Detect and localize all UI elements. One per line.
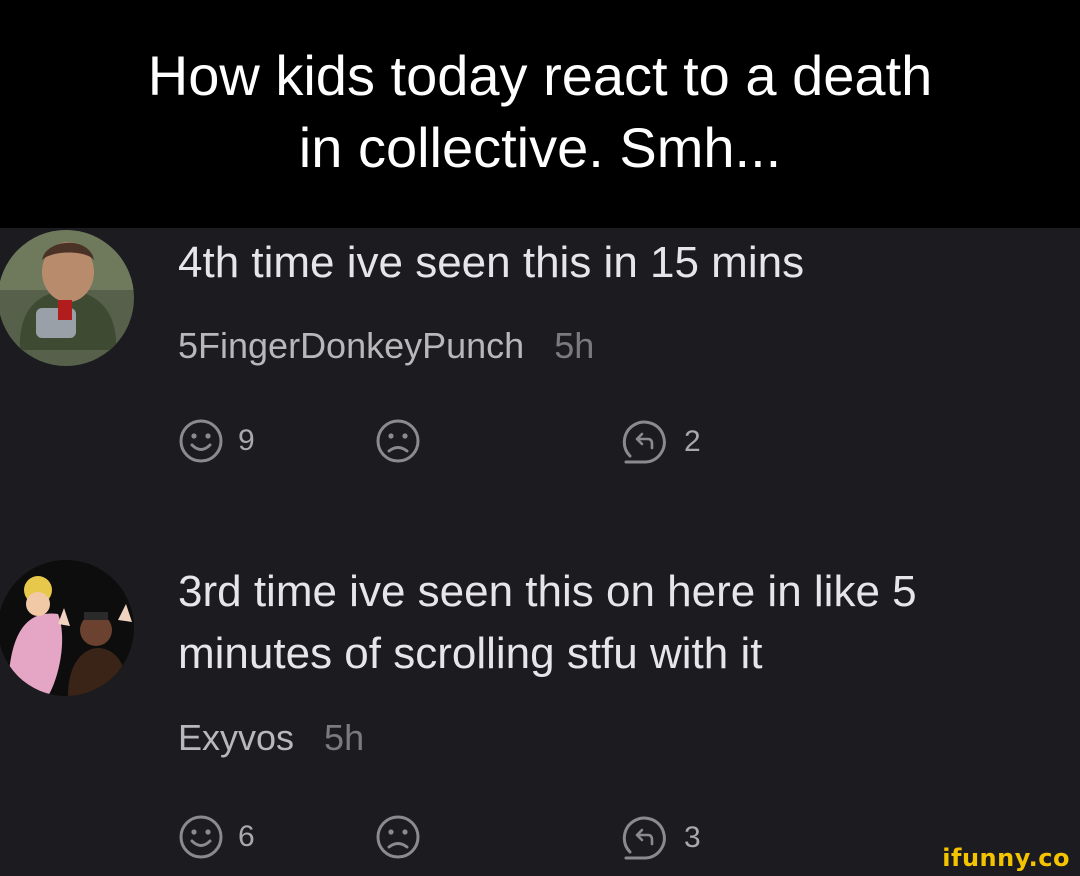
frown-button[interactable] <box>375 814 421 860</box>
frown-button[interactable] <box>375 418 421 464</box>
comment-timestamp: 5h <box>554 325 595 366</box>
frown-icon <box>376 419 420 463</box>
meme-caption-header: How kids today react to a death in colle… <box>0 0 1080 228</box>
reply-button[interactable]: 2 <box>622 418 701 466</box>
caption-title: How kids today react to a death in colle… <box>147 44 933 179</box>
reply-icon <box>622 816 666 860</box>
smile-button[interactable]: 6 <box>178 814 255 860</box>
avatar[interactable] <box>0 560 134 696</box>
comments-feed: 4th time ive seen this in 15 mins 5Finge… <box>0 228 1080 876</box>
comment-timestamp: 5h <box>324 717 365 758</box>
smile-count: 6 <box>238 820 255 853</box>
comment-meta: 5FingerDonkeyPunch 5h <box>178 324 594 368</box>
avatar[interactable] <box>0 230 134 366</box>
comment-username[interactable]: 5FingerDonkeyPunch <box>178 325 524 366</box>
ifunny-watermark: ifunny.co <box>942 844 1070 872</box>
reply-button[interactable]: 3 <box>622 814 701 862</box>
frown-icon <box>376 815 420 859</box>
comment-text: 4th time ive seen this in 15 mins <box>178 238 805 287</box>
reply-count: 2 <box>684 425 701 458</box>
comment-meta: Exyvos 5h <box>178 716 364 760</box>
smile-icon <box>179 419 223 463</box>
comment-text: 3rd time ive seen this on here in like 5… <box>178 567 917 678</box>
comment-username[interactable]: Exyvos <box>178 717 294 758</box>
smile-button[interactable]: 9 <box>178 418 255 464</box>
smile-icon <box>179 815 223 859</box>
reply-icon <box>622 420 666 464</box>
reply-count: 3 <box>684 821 701 854</box>
smile-count: 9 <box>238 424 255 457</box>
